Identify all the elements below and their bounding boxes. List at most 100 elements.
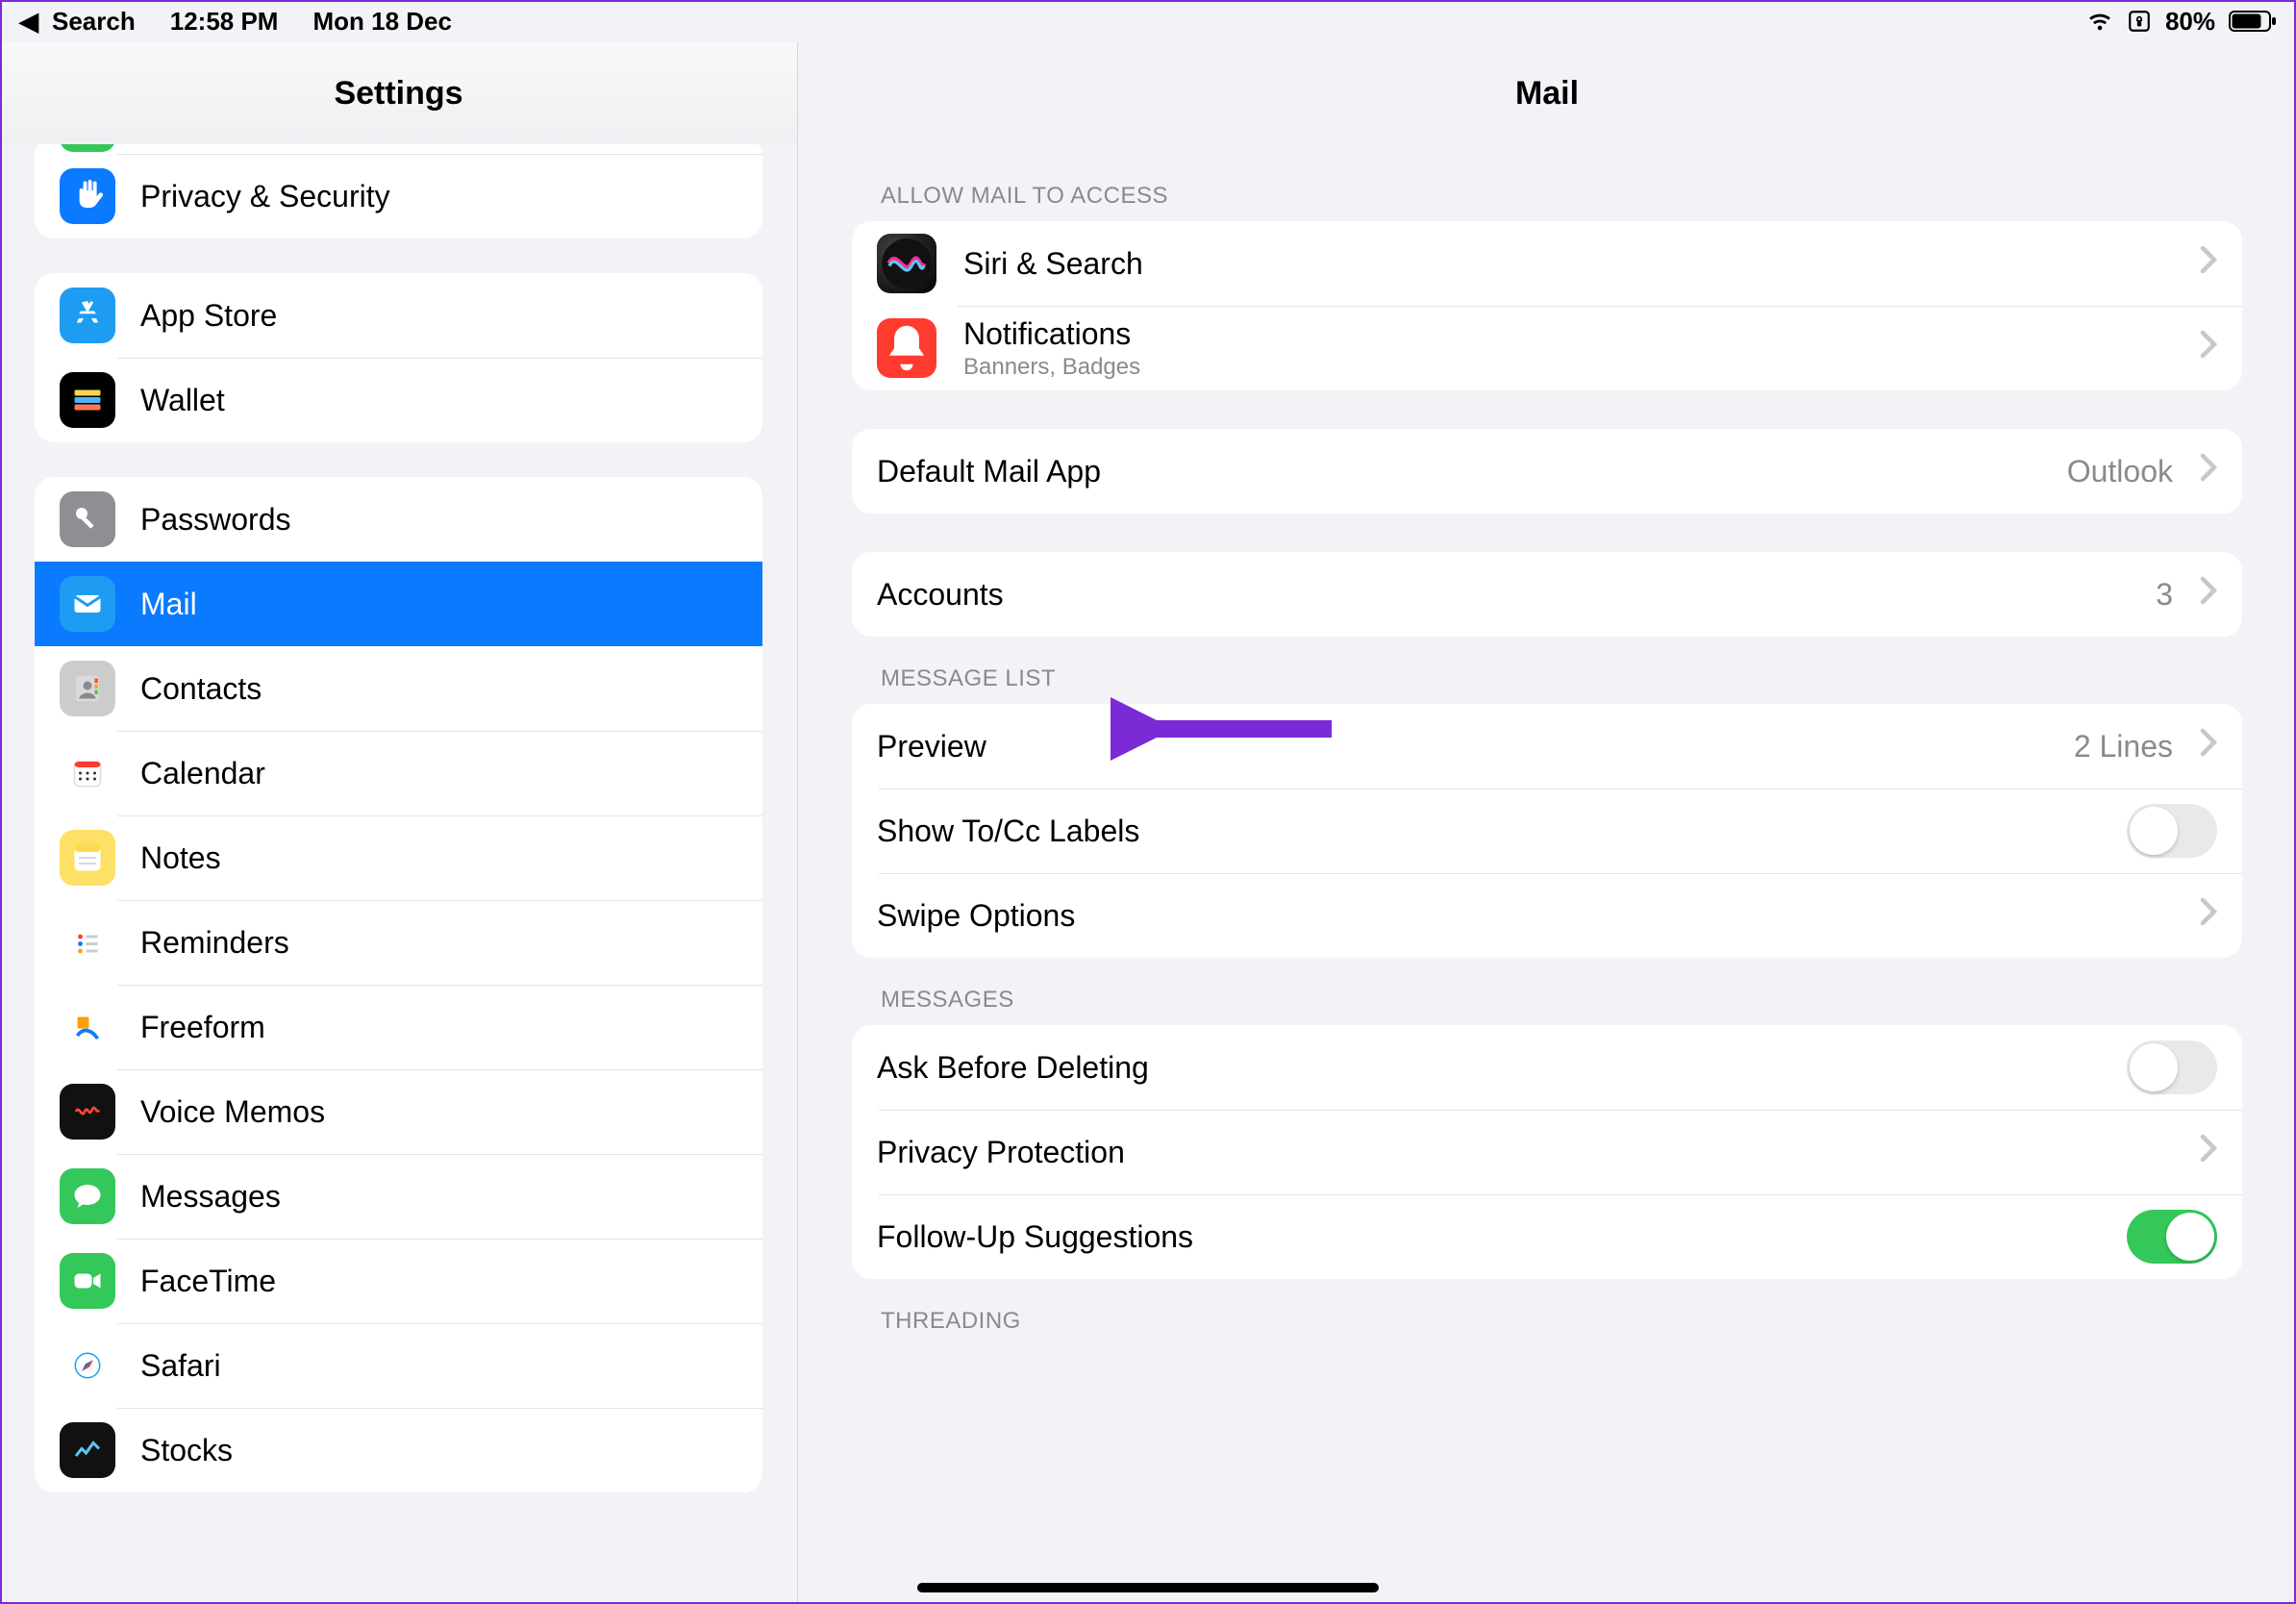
- battery-icon: [2229, 10, 2277, 33]
- row-label: Show To/Cc Labels: [877, 814, 2100, 849]
- row-siri-search[interactable]: Siri & Search: [852, 221, 2242, 306]
- siri-search-icon: [877, 234, 936, 293]
- passwords-icon: [60, 491, 115, 547]
- sidebar-item-label: Passwords: [140, 502, 291, 538]
- sidebar-item-label: App Store: [140, 298, 277, 334]
- row-follow-up[interactable]: Follow-Up Suggestions: [852, 1194, 2242, 1279]
- detail-title: Mail: [798, 42, 2296, 144]
- voice-memos-icon: [60, 1084, 115, 1140]
- switch-follow-up[interactable]: [2127, 1210, 2217, 1264]
- row-label: Siri & Search: [963, 246, 2173, 282]
- chevron-right-icon: [2200, 453, 2217, 489]
- sidebar-title-label: Settings: [334, 75, 462, 113]
- app-store-icon: [60, 288, 115, 343]
- partial-icon: [60, 144, 115, 152]
- sidebar-item-app-store[interactable]: App Store: [35, 273, 762, 358]
- row-label: Ask Before Deleting: [877, 1050, 2100, 1086]
- sidebar-item-label: Mail: [140, 587, 197, 622]
- row-value: 3: [2156, 577, 2173, 613]
- wifi-icon: [2086, 8, 2113, 35]
- mail-icon: [60, 576, 115, 632]
- sidebar-item-contacts[interactable]: Contacts: [35, 646, 762, 731]
- sidebar-item-safari[interactable]: Safari: [35, 1323, 762, 1408]
- sidebar-item-label: Notes: [140, 840, 221, 876]
- sidebar-item-label: Wallet: [140, 383, 225, 418]
- sidebar-item-partial[interactable]: [35, 144, 762, 154]
- notifications-icon: [877, 318, 936, 378]
- sidebar-item-label: FaceTime: [140, 1264, 276, 1299]
- detail-pane: Mail ALLOW MAIL TO ACCESS Siri & Search No…: [798, 42, 2296, 1604]
- status-back-label[interactable]: Search: [52, 7, 136, 37]
- section-header: ALLOW MAIL TO ACCESS: [852, 154, 2242, 221]
- safari-icon: [60, 1338, 115, 1393]
- row-value: Outlook: [2067, 454, 2173, 489]
- row-label: Notifications: [963, 316, 2173, 352]
- freeform-icon: [60, 999, 115, 1055]
- row-label: Privacy Protection: [877, 1135, 2173, 1170]
- battery-percent: 80%: [2165, 7, 2215, 37]
- section-header: THREADING: [852, 1279, 2242, 1346]
- sidebar-item-privacy-security[interactable]: Privacy & Security: [35, 154, 762, 238]
- messages-icon: [60, 1168, 115, 1224]
- chevron-right-icon: [2200, 245, 2217, 282]
- row-label: Default Mail App: [877, 454, 2040, 489]
- sidebar-item-facetime[interactable]: FaceTime: [35, 1239, 762, 1323]
- sidebar-item-messages[interactable]: Messages: [35, 1154, 762, 1239]
- stocks-icon: [60, 1422, 115, 1478]
- sidebar-item-label: Voice Memos: [140, 1094, 325, 1130]
- sidebar-item-label: Reminders: [140, 925, 289, 961]
- detail-title-label: Mail: [1515, 75, 1579, 113]
- chevron-right-icon: [2200, 576, 2217, 613]
- row-privacy-protection[interactable]: Privacy Protection: [852, 1110, 2242, 1194]
- sidebar-item-passwords[interactable]: Passwords: [35, 477, 762, 562]
- switch-show-tocc[interactable]: [2127, 804, 2217, 858]
- row-label: Follow-Up Suggestions: [877, 1219, 2100, 1255]
- row-accounts[interactable]: Accounts 3: [852, 552, 2242, 637]
- status-date: Mon 18 Dec: [312, 7, 452, 37]
- row-ask-before-deleting[interactable]: Ask Before Deleting: [852, 1025, 2242, 1110]
- sidebar-item-reminders[interactable]: Reminders: [35, 900, 762, 985]
- sidebar-item-label: Stocks: [140, 1433, 233, 1468]
- sidebar-item-label: Freeform: [140, 1010, 265, 1045]
- sidebar-item-stocks[interactable]: Stocks: [35, 1408, 762, 1492]
- sidebar-item-freeform[interactable]: Freeform: [35, 985, 762, 1069]
- switch-ask-before-deleting[interactable]: [2127, 1040, 2217, 1094]
- settings-sidebar: Settings Privacy & Security App Store Wall…: [0, 42, 798, 1604]
- contacts-icon: [60, 661, 115, 716]
- calendar-icon: [60, 745, 115, 801]
- status-time: 12:58 PM: [170, 7, 279, 37]
- row-sublabel: Banners, Badges: [963, 354, 2173, 381]
- home-indicator[interactable]: [917, 1583, 1379, 1592]
- orientation-lock-icon: [2127, 9, 2152, 34]
- sidebar-item-voice-memos[interactable]: Voice Memos: [35, 1069, 762, 1154]
- facetime-icon: [60, 1253, 115, 1309]
- sidebar-item-label: Privacy & Security: [140, 179, 390, 214]
- privacy-security-icon: [60, 168, 115, 224]
- reminders-icon: [60, 915, 115, 970]
- sidebar-item-mail[interactable]: Mail: [35, 562, 762, 646]
- section-header: MESSAGES: [852, 958, 2242, 1025]
- row-label: Accounts: [877, 577, 2129, 613]
- sidebar-item-label: Contacts: [140, 671, 262, 707]
- row-notifications[interactable]: NotificationsBanners, Badges: [852, 306, 2242, 390]
- sidebar-item-label: Calendar: [140, 756, 265, 791]
- sidebar-item-label: Safari: [140, 1348, 221, 1384]
- sidebar-item-wallet[interactable]: Wallet: [35, 358, 762, 442]
- row-default-mail-app[interactable]: Default Mail App Outlook: [852, 429, 2242, 514]
- sidebar-item-label: Messages: [140, 1179, 281, 1215]
- row-label: Preview: [877, 729, 2047, 764]
- chevron-right-icon: [2200, 1134, 2217, 1170]
- row-show-tocc[interactable]: Show To/Cc Labels: [852, 789, 2242, 873]
- chevron-right-icon: [2200, 897, 2217, 934]
- row-label: Swipe Options: [877, 898, 2173, 934]
- chevron-right-icon: [2200, 728, 2217, 764]
- row-preview[interactable]: Preview2 Lines: [852, 704, 2242, 789]
- section-header: MESSAGE LIST: [852, 637, 2242, 704]
- chevron-right-icon: [2200, 330, 2217, 366]
- status-bar: ◀ Search 12:58 PM Mon 18 Dec 80%: [0, 0, 2296, 42]
- row-swipe-options[interactable]: Swipe Options: [852, 873, 2242, 958]
- sidebar-item-notes[interactable]: Notes: [35, 815, 762, 900]
- notes-icon: [60, 830, 115, 886]
- back-caret-icon[interactable]: ◀: [19, 7, 38, 37]
- sidebar-item-calendar[interactable]: Calendar: [35, 731, 762, 815]
